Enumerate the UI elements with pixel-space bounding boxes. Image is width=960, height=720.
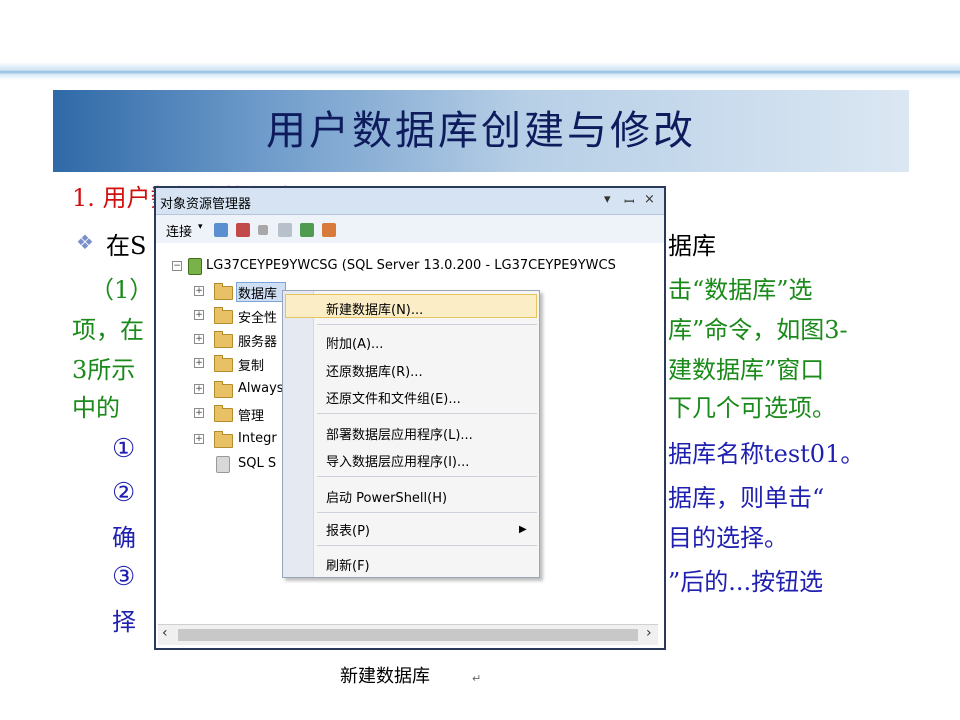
menu-gutter	[283, 291, 314, 577]
menu-item-attach[interactable]: 附加(A)...	[326, 333, 383, 352]
folder-icon	[214, 405, 233, 422]
tree-item-sql-agent[interactable]: SQL S	[238, 456, 276, 471]
text-line-1a: 在S	[106, 232, 147, 260]
menu-item-reports[interactable]: 报表(P)	[326, 520, 370, 539]
text-line-9a: ③	[112, 562, 136, 592]
folder-icon	[214, 381, 233, 398]
expand-icon[interactable]: +	[194, 286, 204, 296]
text-line-7a: ②	[112, 478, 136, 508]
toolbar: 连接 ▾	[156, 215, 664, 243]
menu-separator	[317, 545, 537, 546]
tree-item-management[interactable]: 管理	[238, 405, 264, 424]
stop-icon[interactable]	[258, 225, 268, 235]
disconnect-icon[interactable]	[236, 223, 250, 237]
slide-title: 用户数据库创建与修改	[266, 108, 696, 154]
expand-icon[interactable]: +	[194, 384, 204, 394]
tree-item-security[interactable]: 安全性	[238, 307, 277, 326]
connect-object-icon[interactable]	[214, 223, 228, 237]
menu-item-deploy-dac[interactable]: 部署数据层应用程序(L)...	[326, 424, 473, 443]
bullet-diamond-icon: ❖	[76, 230, 94, 254]
text-line-4a: 3所示	[72, 356, 136, 384]
collapse-server-icon[interactable]: −	[172, 261, 182, 271]
menu-item-import-dac[interactable]: 导入数据层应用程序(I)...	[326, 451, 469, 470]
expand-icon[interactable]: +	[194, 310, 204, 320]
menu-separator	[317, 413, 537, 414]
server-node[interactable]: LG37CEYPE9YWCSG (SQL Server 13.0.200 - L…	[206, 258, 616, 273]
window-titlebar: 对象资源管理器 ▾ ꟷ ×	[156, 188, 664, 215]
menu-item-new-database[interactable]: 新建数据库(N)...	[326, 299, 423, 318]
context-menu: 新建数据库(N)... 附加(A)... 还原数据库(R)... 还原文件和文件…	[282, 290, 540, 578]
scroll-left-icon[interactable]: ‹	[162, 625, 168, 641]
horizontal-scrollbar[interactable]: ‹ ›	[158, 624, 658, 645]
folder-icon	[214, 283, 233, 300]
text-line-3b: 库”命令，如图3-	[668, 316, 848, 344]
connect-button[interactable]: 连接	[166, 221, 192, 240]
text-line-2a: （1）	[90, 276, 154, 304]
sql-agent-icon	[216, 456, 230, 473]
expand-icon[interactable]: +	[194, 358, 204, 368]
menu-item-powershell[interactable]: 启动 PowerShell(H)	[326, 487, 447, 506]
text-line-1b: 据库	[668, 232, 716, 260]
tree-item-server-objects[interactable]: 服务器	[238, 331, 277, 350]
header-band	[0, 62, 960, 80]
text-line-10a: 择	[112, 608, 136, 636]
close-icon[interactable]: ×	[644, 192, 655, 207]
menu-separator	[317, 512, 537, 513]
text-line-4b: 建数据库”窗口	[668, 356, 825, 384]
window-title: 对象资源管理器	[160, 197, 252, 212]
refresh-icon[interactable]	[300, 223, 314, 237]
folder-icon	[214, 331, 233, 348]
scroll-right-icon[interactable]: ›	[646, 625, 652, 641]
text-line-8a: 确	[112, 524, 136, 552]
menu-item-restore-files[interactable]: 还原文件和文件组(E)...	[326, 388, 461, 407]
text-line-3a: 项，在	[72, 316, 144, 344]
figure-caption: 新建数据库	[340, 666, 430, 687]
text-line-8b: 目的选择。	[668, 524, 788, 552]
menu-separator	[317, 476, 537, 477]
dropdown-icon[interactable]: ▾	[604, 192, 611, 207]
activity-monitor-icon[interactable]	[322, 223, 336, 237]
connect-dropdown-icon[interactable]: ▾	[198, 222, 203, 232]
expand-icon[interactable]: +	[194, 408, 204, 418]
filter-icon[interactable]	[278, 223, 292, 237]
text-line-5b: 下几个可选项。	[668, 394, 836, 422]
server-icon	[188, 258, 202, 275]
expand-icon[interactable]: +	[194, 434, 204, 444]
text-line-2b: 击“数据库”选	[668, 276, 813, 304]
text-line-7b: 据库，则单击“	[668, 484, 825, 512]
paragraph-mark: ↵	[472, 672, 482, 685]
text-line-9b: ”后的...按钮选	[668, 568, 824, 596]
folder-icon	[214, 307, 233, 324]
menu-item-restore-database[interactable]: 还原数据库(R)...	[326, 361, 423, 380]
tree-item-databases[interactable]: 数据库	[238, 283, 277, 302]
tree-item-always-on[interactable]: Always	[238, 381, 284, 396]
text-line-6b: 据库名称test01。	[668, 440, 865, 468]
expand-icon[interactable]: +	[194, 334, 204, 344]
submenu-arrow-icon: ▶	[519, 524, 527, 535]
scroll-thumb[interactable]	[178, 629, 638, 641]
menu-item-refresh[interactable]: 刷新(F)	[326, 555, 370, 574]
pin-icon[interactable]: ꟷ	[624, 192, 635, 210]
menu-separator	[317, 324, 537, 325]
text-line-6a: ①	[112, 434, 136, 464]
tree-item-replication[interactable]: 复制	[238, 355, 264, 374]
folder-icon	[214, 431, 233, 448]
tree-item-integration[interactable]: Integr	[238, 431, 277, 446]
text-line-5a: 中的	[72, 394, 120, 422]
folder-icon	[214, 355, 233, 372]
